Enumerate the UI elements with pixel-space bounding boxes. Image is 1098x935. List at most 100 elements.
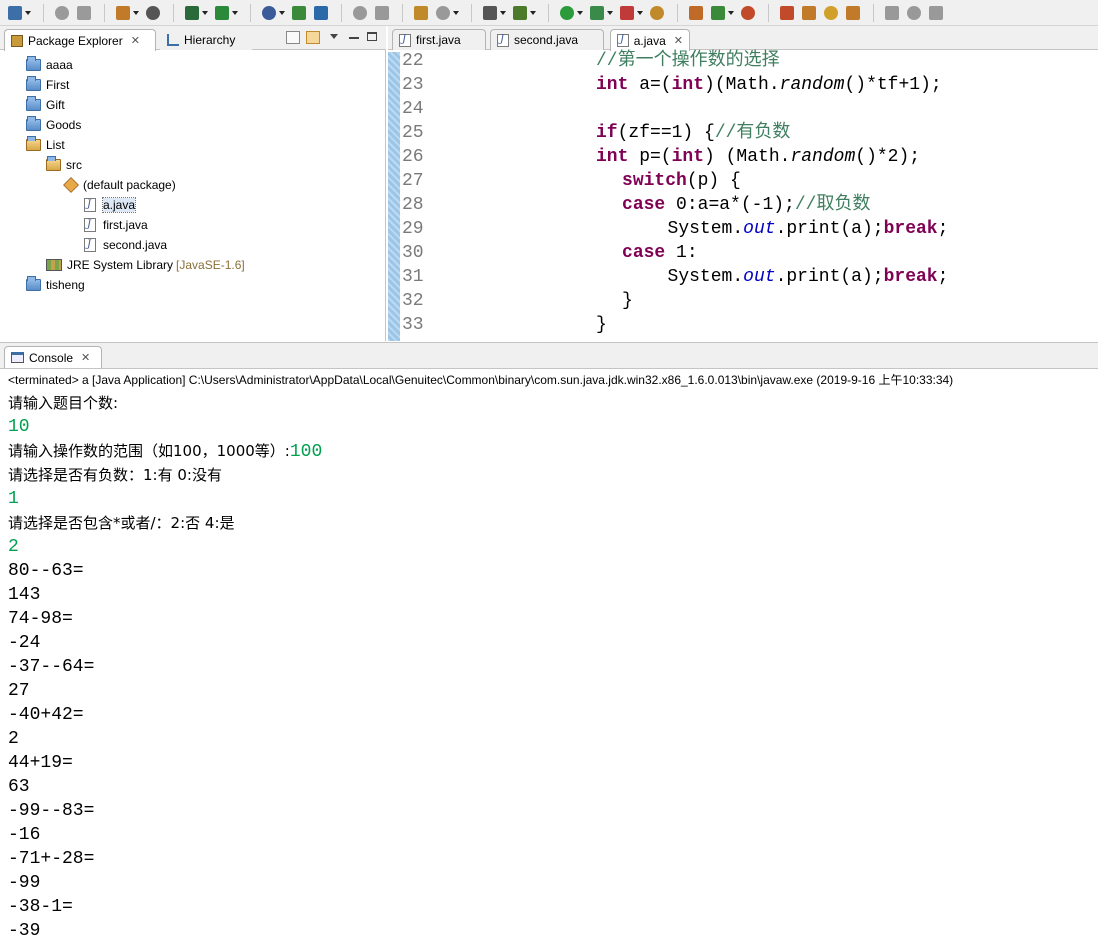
edit-icon[interactable] (648, 4, 666, 22)
ant-icon[interactable] (739, 4, 757, 22)
edit-icon-glyph (650, 5, 664, 20)
collapse-all-icon[interactable] (286, 31, 300, 44)
code-token: .print(a); (775, 267, 884, 287)
minimize-icon[interactable] (349, 37, 359, 39)
toolbar-separator (341, 3, 342, 22)
server-icon[interactable] (260, 4, 285, 22)
tab-first-java[interactable]: first.java (392, 29, 486, 50)
tree-item-a-java[interactable]: a.java (84, 195, 137, 215)
overview-ruler (388, 52, 400, 341)
tab-console[interactable]: Console ✕ (4, 346, 102, 368)
new-icon[interactable] (6, 4, 31, 22)
console-line: 1 (8, 487, 19, 511)
tab-a-java[interactable]: a.java ✕ (610, 29, 690, 51)
pin-icon-glyph (885, 5, 899, 20)
console-tabbar: Console ✕ (0, 343, 1098, 369)
source-folder-icon (46, 156, 61, 171)
console-line: -39 (8, 919, 40, 935)
tree-item-goods[interactable]: Goods (26, 115, 81, 135)
external-icon[interactable] (618, 4, 643, 22)
dropdown-arrow-icon[interactable] (279, 10, 285, 15)
wand-icon[interactable] (822, 4, 840, 22)
max-icon[interactable] (927, 4, 945, 22)
dropdown-arrow-icon[interactable] (530, 10, 536, 15)
dropdown-arrow-icon[interactable] (637, 10, 643, 15)
tree-item-default-package[interactable]: (default package) (63, 175, 176, 195)
dropdown-arrow-icon[interactable] (577, 10, 583, 15)
tree-item-aaaa[interactable]: aaaa (26, 55, 73, 75)
console-line: -40+42= (8, 703, 84, 727)
toolbar-separator (43, 3, 44, 22)
print-icon[interactable] (75, 4, 93, 22)
tree-item-second-java[interactable]: second.java (84, 235, 167, 255)
view-menu-icon[interactable] (330, 34, 338, 39)
open-icon[interactable] (434, 4, 459, 22)
save-icon[interactable] (53, 4, 71, 22)
camera-icon[interactable] (481, 4, 506, 22)
code-token: (zf==1) { (617, 123, 715, 143)
code-token: int (596, 75, 629, 95)
code-line: //第一个操作数的选择 (596, 49, 780, 73)
min-icon[interactable] (905, 4, 923, 22)
tree-item-label: List (46, 138, 65, 152)
dropdown-arrow-icon[interactable] (25, 10, 31, 15)
close-icon[interactable]: ✕ (674, 34, 683, 47)
link-with-editor-icon[interactable] (306, 31, 320, 44)
code-token: break (883, 267, 938, 287)
close-icon[interactable]: ✕ (131, 34, 140, 47)
link-icon[interactable] (844, 4, 862, 22)
dropdown-arrow-icon[interactable] (133, 10, 139, 15)
tree-item-src[interactable]: src (46, 155, 82, 175)
db-icon[interactable] (778, 4, 796, 22)
hierarchy-icon[interactable] (412, 4, 430, 22)
java-file-icon (399, 33, 411, 47)
run-icon[interactable] (558, 4, 583, 22)
min-icon-glyph (907, 5, 921, 20)
debug-tool-icon[interactable] (183, 4, 208, 22)
console-view: Console ✕ <terminated> a [Java Applicati… (0, 342, 1098, 935)
pin-icon[interactable] (883, 4, 901, 22)
access-icon[interactable] (144, 4, 162, 22)
tree-item-jre-system-library[interactable]: JRE System Library [JavaSE-1.6] (46, 255, 245, 275)
tree-item-list[interactable]: List (26, 135, 65, 155)
deploy-icon[interactable] (290, 4, 308, 22)
fwd-icon[interactable] (373, 4, 391, 22)
tree-item-first[interactable]: First (26, 75, 69, 95)
dropdown-arrow-icon[interactable] (728, 10, 734, 15)
refresh-icon[interactable] (709, 4, 734, 22)
tree-item-label: Gift (46, 98, 65, 112)
db2-icon[interactable] (800, 4, 818, 22)
bug-icon[interactable] (511, 4, 536, 22)
main-toolbar (0, 0, 1098, 26)
code-token: ; (937, 219, 949, 239)
globe-icon[interactable] (312, 4, 330, 22)
dropdown-arrow-icon[interactable] (202, 10, 208, 15)
run-tool-icon[interactable] (213, 4, 238, 22)
code-token: //有负数 (714, 123, 791, 143)
tab-package-explorer[interactable]: Package Explorer ✕ (4, 29, 156, 51)
console-text: -24 (8, 633, 41, 653)
close-icon[interactable]: ✕ (81, 351, 90, 364)
code-token: ) (Math. (704, 147, 791, 167)
external-icon-glyph (620, 5, 634, 20)
open-icon-glyph (436, 5, 450, 20)
editor-area: first.java second.java a.java ✕ 22 //第一个操作数的… (388, 26, 1098, 341)
tree-item-tisheng[interactable]: tisheng (26, 275, 85, 295)
back-icon[interactable] (351, 4, 369, 22)
dropdown-arrow-icon[interactable] (607, 10, 613, 15)
dropdown-arrow-icon[interactable] (232, 10, 238, 15)
tree-item-gift[interactable]: Gift (26, 95, 65, 115)
console-text: -16 (8, 825, 41, 845)
tools-icon[interactable] (114, 4, 139, 22)
code-line: switch(p) { (622, 169, 741, 193)
team-icon[interactable] (687, 4, 705, 22)
maximize-icon[interactable] (367, 32, 377, 41)
dropdown-arrow-icon[interactable] (500, 10, 506, 15)
tab-second-java[interactable]: second.java (490, 29, 604, 50)
tab-label: second.java (514, 33, 579, 47)
tab-hierarchy[interactable]: Hierarchy (160, 29, 252, 50)
console-line: 63 (8, 775, 30, 799)
coverage-icon[interactable] (588, 4, 613, 22)
dropdown-arrow-icon[interactable] (453, 10, 459, 15)
tree-item-first-java[interactable]: first.java (84, 215, 148, 235)
